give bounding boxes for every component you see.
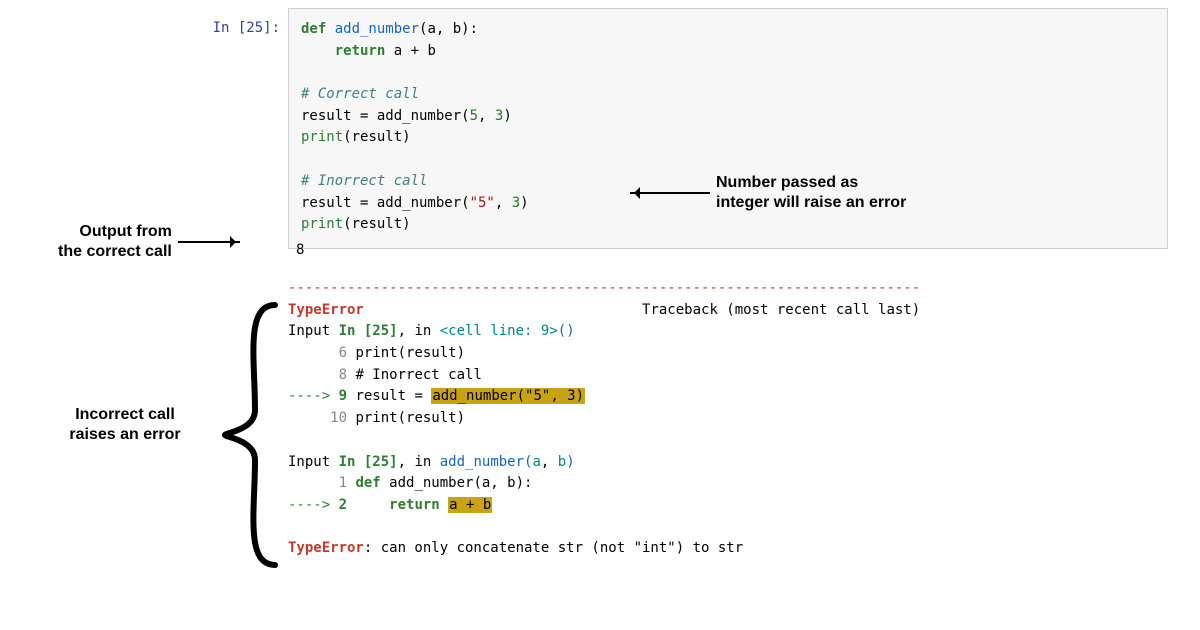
tb-in-ref: In [25] <box>339 323 398 339</box>
num-literal: 5 <box>470 108 478 124</box>
line-num: 10 <box>330 410 347 426</box>
kw-return: return <box>347 497 448 513</box>
tb-arg: b <box>558 454 566 470</box>
kw-return: return <box>335 43 386 59</box>
annotation-integer-error: Number passed as integer will raise an e… <box>630 173 906 213</box>
prompt-num: 25 <box>246 20 263 36</box>
tb-arg: a <box>532 454 540 470</box>
annotation-line: the correct call <box>58 242 172 262</box>
tb-text: add_number(a, b): <box>381 475 533 491</box>
comment: # Inorrect call <box>301 173 427 189</box>
fn-name: add_number <box>335 21 419 37</box>
tb-text: ) <box>566 454 574 470</box>
kw-def: def <box>347 475 381 491</box>
tb-text: , in <box>398 323 440 339</box>
annotation-correct-output: Output from the correct call <box>58 222 240 262</box>
tb-text: , in <box>398 454 440 470</box>
tb-text: print(result) <box>347 410 465 426</box>
stdout-output: 8 <box>296 242 304 258</box>
tb-text: # Inorrect call <box>347 367 482 383</box>
code-text: , <box>495 195 512 211</box>
annotation-line: integer will raise an error <box>716 193 906 213</box>
comment: # Correct call <box>301 86 419 102</box>
annotation-line: Number passed as <box>716 173 906 193</box>
code-text: result = add_number( <box>301 108 470 124</box>
tb-fn: add_number <box>440 454 524 470</box>
tb-text: Input <box>288 323 339 339</box>
error-message: : can only concatenate str (not "int") t… <box>364 540 743 556</box>
line-num: 1 <box>339 475 347 491</box>
str-literal: "5" <box>470 195 495 211</box>
line-num: 2 <box>339 497 347 513</box>
curly-brace-icon <box>215 300 285 570</box>
annotation-text: Number passed as integer will raise an e… <box>716 173 906 213</box>
error-name: TypeError <box>288 302 364 318</box>
tb-location: <cell line: 9> <box>440 323 558 339</box>
code-text: (result) <box>343 216 410 232</box>
tb-arrow: ----> <box>288 497 339 513</box>
code-text: result = add_number( <box>301 195 470 211</box>
annotation-line: raises an error <box>35 425 215 445</box>
traceback: ----------------------------------------… <box>288 278 1158 560</box>
annotation-line: Output from <box>58 222 172 242</box>
code-text: (result) <box>343 129 410 145</box>
traceback-divider: ----------------------------------------… <box>288 280 920 296</box>
code-text: ) <box>503 108 511 124</box>
tb-highlight: a + b <box>448 497 492 513</box>
arrow-left-icon <box>630 192 710 194</box>
code-text: a + b <box>385 43 436 59</box>
tb-text: , <box>541 454 558 470</box>
input-prompt: In [25]: <box>195 20 280 36</box>
line-num: 9 <box>339 388 347 404</box>
tb-text: () <box>558 323 575 339</box>
tb-arrow: ----> <box>288 388 339 404</box>
builtin-print: print <box>301 216 343 232</box>
code-text: , <box>478 108 495 124</box>
traceback-label: Traceback (most recent call last) <box>642 302 920 318</box>
prompt-in: In [ <box>213 20 247 36</box>
tb-in-ref: In [25] <box>339 454 398 470</box>
code-text: ) <box>520 195 528 211</box>
line-num: 8 <box>339 367 347 383</box>
tb-text: Input <box>288 454 339 470</box>
annotation-text: Output from the correct call <box>58 222 172 262</box>
kw-def: def <box>301 21 335 37</box>
tb-highlight: add_number("5", 3) <box>431 388 585 404</box>
line-num: 6 <box>339 345 347 361</box>
tb-text: result = <box>347 388 431 404</box>
code-text: (a, b): <box>419 21 478 37</box>
builtin-print: print <box>301 129 343 145</box>
prompt-close: ]: <box>263 20 280 36</box>
annotation-error-raised: Incorrect call raises an error <box>35 405 215 445</box>
error-name: TypeError <box>288 540 364 556</box>
annotation-line: Incorrect call <box>35 405 215 425</box>
arrow-right-icon <box>178 241 240 243</box>
tb-text: print(result) <box>347 345 465 361</box>
num-literal: 3 <box>512 195 520 211</box>
